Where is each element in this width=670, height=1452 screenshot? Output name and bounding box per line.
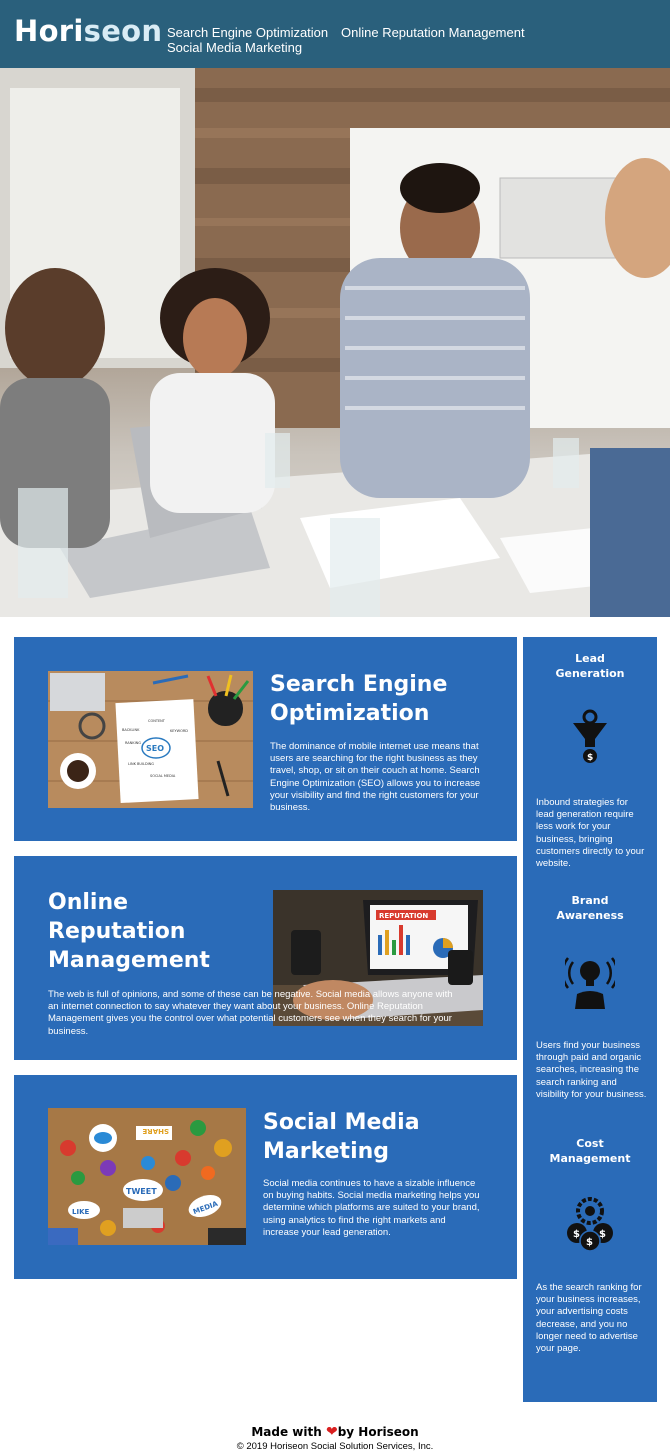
site-header: Horiseon Search Engine Optimization Onli…	[0, 0, 670, 68]
smm-image-label-tweet: TWEET	[126, 1187, 157, 1196]
smm-image-label-share: SHARE	[142, 1127, 169, 1135]
footer-copyright: © 2019 Horiseon Social Solution Services…	[236, 1441, 434, 1452]
svg-text:LINK BUILDING: LINK BUILDING	[128, 762, 154, 766]
orm-title: Online Reputation Management	[48, 890, 210, 973]
benefits-sidebar: Lead Generation $ Inbound strategies for…	[523, 637, 657, 1402]
logo-accent-text: seon	[83, 14, 163, 48]
nav-link-orm[interactable]: Online Reputation Management	[341, 25, 525, 40]
cost-management-title: Cost Management	[549, 1137, 631, 1165]
cost-management-text: As the search ranking for your business …	[536, 1282, 642, 1355]
smm-section: SHARE TWEET LIKE MEDIA Social Media Mark…	[14, 1075, 517, 1279]
dollar-gears-icon: $ $ $	[565, 1197, 615, 1252]
svg-text:CONTENT: CONTENT	[148, 719, 166, 723]
svg-text:$: $	[599, 1229, 606, 1240]
seo-title: Search Engine Optimization	[270, 672, 448, 726]
hero-photo-illustration	[0, 68, 670, 617]
lightbulb-head-icon	[561, 954, 619, 1009]
seo-section: SEO CONTENT BACKLINK KEYWORD RANKING LIN…	[14, 637, 517, 841]
lead-funnel-icon: $	[565, 709, 615, 764]
orm-image-label: REPUTATION	[379, 912, 428, 920]
footer-made-with: Made with ❤by Horiseon	[251, 1424, 419, 1440]
smm-title: Social Media Marketing	[263, 1110, 420, 1164]
orm-text: The web is full of opinions, and some of…	[48, 989, 453, 1037]
svg-text:BACKLINK: BACKLINK	[122, 728, 140, 732]
seo-image: SEO CONTENT BACKLINK KEYWORD RANKING LIN…	[48, 671, 253, 808]
brand-awareness-text: Users find your business through paid an…	[536, 1040, 647, 1100]
svg-text:$: $	[586, 1237, 593, 1248]
smm-image: SHARE TWEET LIKE MEDIA	[48, 1108, 246, 1245]
svg-text:RANKING: RANKING	[125, 741, 141, 745]
nav-link-seo[interactable]: Search Engine Optimization	[167, 25, 328, 40]
smm-text: Social media continues to have a sizable…	[263, 1178, 480, 1238]
brand-awareness-title: Brand Awareness	[556, 894, 624, 922]
seo-image-label-seo: SEO	[146, 744, 164, 753]
svg-text:$: $	[573, 1229, 580, 1240]
logo-main-text: Hori	[14, 14, 84, 48]
nav-link-smm[interactable]: Social Media Marketing	[167, 40, 302, 55]
lead-generation-title: Lead Generation	[555, 652, 625, 680]
svg-text:$: $	[587, 753, 593, 763]
seo-text: The dominance of mobile internet use mea…	[270, 741, 481, 814]
smm-image-label-like: LIKE	[72, 1208, 89, 1216]
hero-image	[0, 68, 670, 617]
lead-generation-text: Inbound strategies for lead generation r…	[536, 797, 645, 870]
orm-section: Online Reputation Management REPUTATION …	[14, 856, 517, 1060]
site-logo[interactable]: Horiseon	[14, 14, 162, 48]
svg-text:KEYWORD: KEYWORD	[170, 729, 188, 733]
heart-icon: ❤	[325, 1424, 338, 1440]
svg-text:SOCIAL MEDIA: SOCIAL MEDIA	[150, 774, 176, 778]
